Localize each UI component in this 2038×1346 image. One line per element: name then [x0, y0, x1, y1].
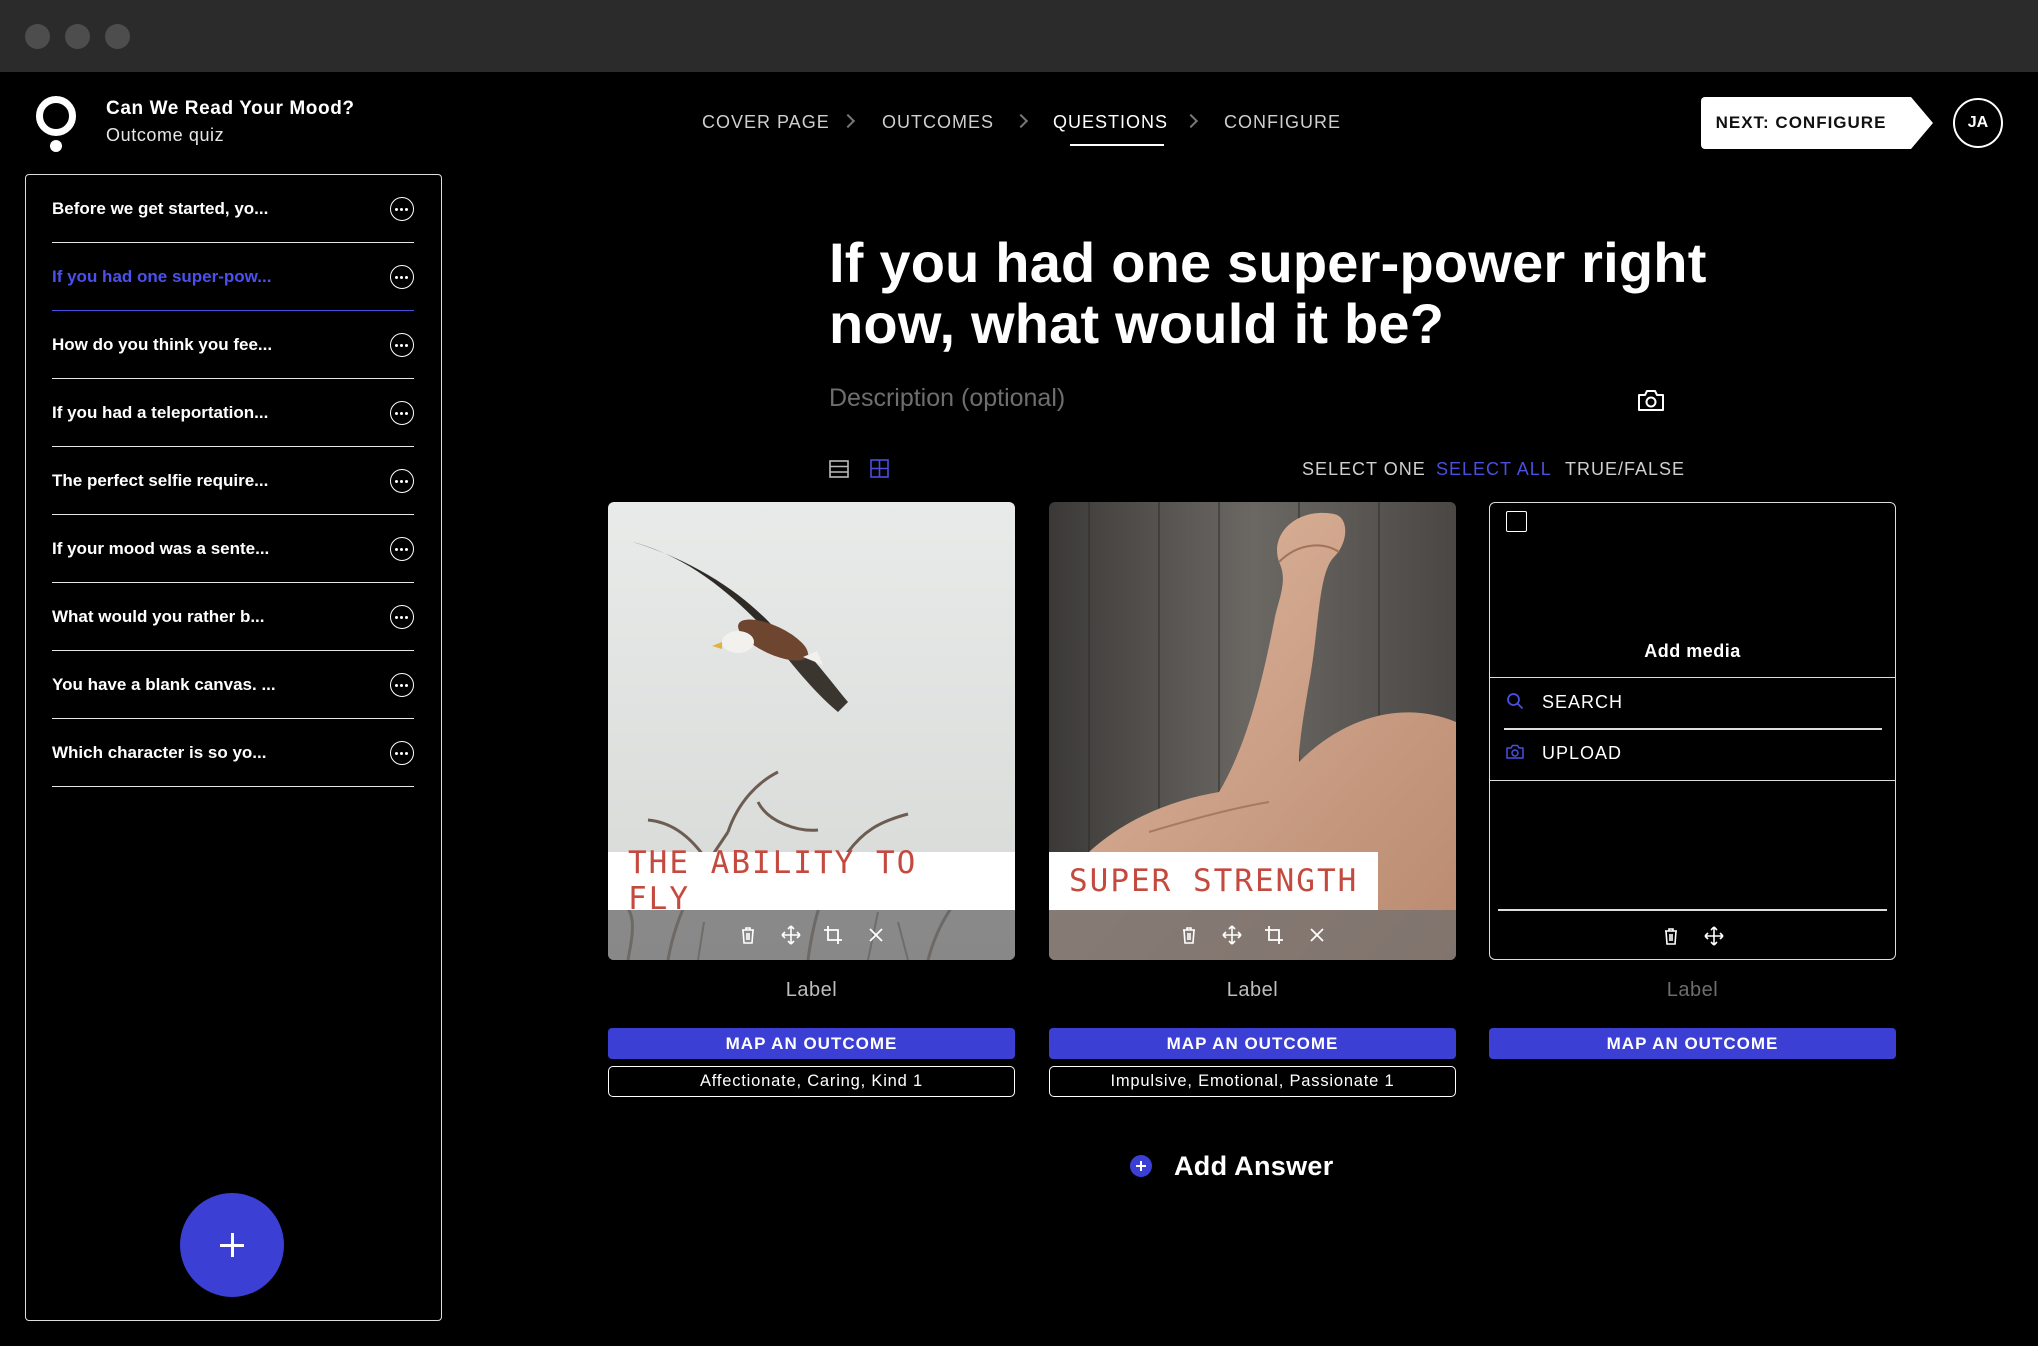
mode-select-one[interactable]: SELECT ONE [1302, 459, 1426, 480]
more-options-icon[interactable] [390, 469, 414, 493]
sidebar-question-item[interactable]: Which character is so yo... [52, 719, 414, 787]
sidebar-question-item[interactable]: What would you rather b... [52, 583, 414, 651]
mode-select-all[interactable]: SELECT ALL [1436, 459, 1552, 480]
sidebar-question-label: What would you rather b... [52, 607, 265, 626]
add-question-button[interactable] [180, 1193, 284, 1297]
app-header: Can We Read Your Mood? Outcome quiz COVE… [0, 72, 2038, 172]
chevron-right-icon [1183, 113, 1199, 129]
mode-true-false[interactable]: TRUE/FALSE [1565, 459, 1685, 480]
close-icon[interactable] [866, 925, 886, 945]
image-toolbar [608, 910, 1015, 960]
sidebar-question-item[interactable]: How do you think you fee... [52, 311, 414, 379]
plus-circle-icon [1130, 1155, 1152, 1177]
mapped-outcomes-tag[interactable]: Affectionate, Caring, Kind 1 [608, 1066, 1015, 1097]
more-options-icon[interactable] [390, 741, 414, 765]
sidebar-question-item[interactable]: You have a blank canvas. ... [52, 651, 414, 719]
answer-label-input[interactable]: Label [608, 979, 1015, 1002]
camera-icon [1506, 744, 1524, 759]
crop-icon[interactable] [1264, 925, 1284, 945]
trash-icon[interactable] [738, 925, 758, 945]
answer-caption[interactable]: THE ABILITY TO FLY [608, 845, 1015, 917]
close-icon[interactable] [1307, 925, 1327, 945]
chevron-right-icon [1013, 113, 1029, 129]
image-toolbar [1049, 910, 1456, 960]
add-media-label: Add media [1644, 641, 1741, 661]
search-media-option[interactable]: SEARCH [1542, 692, 1623, 713]
more-options-icon[interactable] [390, 401, 414, 425]
zoom-window-button[interactable] [105, 24, 130, 49]
more-options-icon[interactable] [390, 673, 414, 697]
mapped-outcomes-tag[interactable]: Impulsive, Emotional, Passionate 1 [1049, 1066, 1456, 1097]
sidebar-question-label: The perfect selfie require... [52, 471, 269, 490]
avatar[interactable]: JA [1953, 98, 2003, 148]
upload-media-option[interactable]: UPLOAD [1542, 743, 1622, 764]
answer-caption[interactable]: SUPER STRENGTH [1049, 852, 1379, 910]
answer-card[interactable]: THE ABILITY TO FLY [608, 502, 1015, 960]
close-window-button[interactable] [25, 24, 50, 49]
move-icon[interactable] [1222, 925, 1242, 945]
divider [1498, 909, 1887, 911]
crop-icon[interactable] [823, 925, 843, 945]
more-options-icon[interactable] [390, 605, 414, 629]
question-title[interactable]: If you had one super-power right now, wh… [829, 232, 1709, 354]
map-outcome-button[interactable]: MAP AN OUTCOME [608, 1028, 1015, 1059]
add-answer-label: Add Answer [1174, 1150, 1334, 1181]
media-menu: SEARCH UPLOAD [1490, 677, 1895, 781]
map-outcome-button[interactable]: MAP AN OUTCOME [1049, 1028, 1456, 1059]
step-questions[interactable]: QUESTIONS [1053, 112, 1168, 133]
logo-icon[interactable] [36, 96, 76, 152]
sidebar-question-label: If you had one super-pow... [52, 267, 272, 286]
sidebar-question-label: How do you think you fee... [52, 335, 273, 354]
trash-icon[interactable] [1179, 925, 1199, 945]
sidebar-question-label: Which character is so yo... [52, 743, 267, 762]
list-view-icon[interactable] [829, 460, 849, 478]
step-configure[interactable]: CONFIGURE [1224, 112, 1341, 133]
sidebar-question-item[interactable]: The perfect selfie require... [52, 447, 414, 515]
window-titlebar [0, 0, 2038, 72]
map-outcome-button[interactable]: MAP AN OUTCOME [1489, 1028, 1896, 1059]
quiz-subtitle: Outcome quiz [106, 125, 225, 145]
select-checkbox[interactable] [1506, 511, 1527, 532]
step-cover-page[interactable]: COVER PAGE [702, 112, 830, 133]
move-icon[interactable] [1704, 926, 1724, 946]
sidebar-question-label: If you had a teleportation... [52, 403, 269, 422]
more-options-icon[interactable] [390, 537, 414, 561]
minimize-window-button[interactable] [65, 24, 90, 49]
chevron-right-icon [840, 113, 856, 129]
add-answer-button[interactable]: Add Answer [1130, 1146, 1334, 1186]
active-step-indicator [1070, 144, 1164, 146]
answer-label-input[interactable]: Label [1489, 979, 1896, 1002]
trash-icon[interactable] [1661, 926, 1681, 946]
sidebar-question-item[interactable]: If you had a teleportation... [52, 379, 414, 447]
divider [1504, 728, 1882, 730]
answer-card[interactable]: SUPER STRENGTH [1049, 502, 1456, 960]
description-input[interactable]: Description (optional) [829, 384, 1065, 413]
description-underline [829, 424, 1667, 425]
sidebar-question-item[interactable]: If your mood was a sente... [52, 515, 414, 583]
quiz-title: Can We Read Your Mood? [106, 98, 355, 119]
sidebar-question-item[interactable]: Before we get started, yo... [52, 175, 414, 243]
sidebar-question-label: You have a blank canvas. ... [52, 675, 276, 694]
more-options-icon[interactable] [390, 333, 414, 357]
move-icon[interactable] [781, 925, 801, 945]
more-options-icon[interactable] [390, 265, 414, 289]
more-options-icon[interactable] [390, 197, 414, 221]
question-sidebar: Before we get started, yo... If you had … [25, 174, 442, 1321]
sidebar-question-label: Before we get started, yo... [52, 199, 269, 218]
grid-view-icon[interactable] [870, 459, 889, 478]
search-icon [1507, 693, 1524, 710]
next-configure-button[interactable]: NEXT: CONFIGURE [1701, 97, 1933, 149]
next-configure-label: NEXT: CONFIGURE [1715, 113, 1887, 132]
sidebar-question-label: If your mood was a sente... [52, 539, 270, 558]
answer-label-input[interactable]: Label [1049, 979, 1456, 1002]
camera-icon[interactable] [1636, 388, 1666, 412]
step-outcomes[interactable]: OUTCOMES [882, 112, 994, 133]
sidebar-question-item-active[interactable]: If you had one super-pow... [52, 243, 414, 311]
answer-card-empty[interactable]: Add media SEARCH UPLOAD [1489, 502, 1896, 960]
